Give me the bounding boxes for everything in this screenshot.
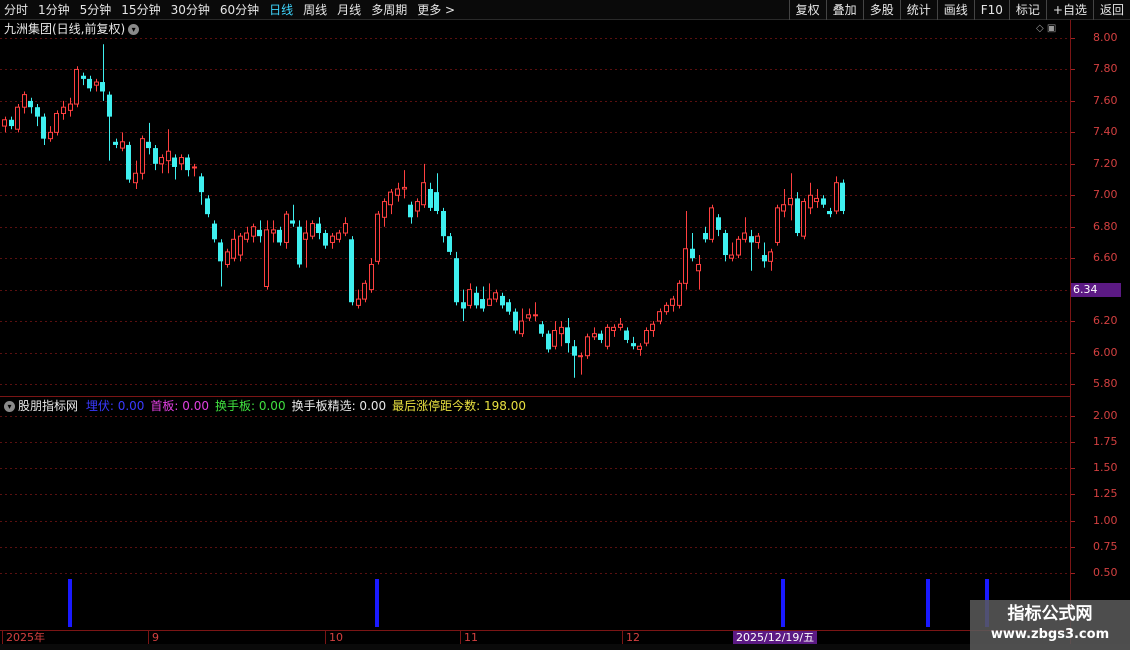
price-axis-label: 6.60 xyxy=(1093,251,1118,264)
signal-bar xyxy=(68,579,72,627)
price-axis-label: 7.00 xyxy=(1093,188,1118,201)
indicator-value: 换手板: 0.00 xyxy=(215,399,286,413)
date-axis: 2025年 9 10 11 12 2025/12/19/五 xyxy=(0,630,1070,645)
watermark-title: 指标公式网 xyxy=(1007,604,1093,624)
indicator-header: ▾ 股朋指标网 埋伏: 0.00 首板: 0.00 换手板: 0.00 换手板精选: 0… xyxy=(4,398,536,414)
price-axis-label: 5.80 xyxy=(1093,377,1118,390)
current-price-marker: 6.34 xyxy=(1071,283,1121,297)
date-label: 11 xyxy=(460,631,478,645)
bottom-strip xyxy=(0,644,1130,650)
date-label: 9 xyxy=(148,631,159,645)
indicator-axis-label: 1.50 xyxy=(1093,461,1118,474)
indicator-values: 埋伏: 0.00 首板: 0.00 换手板: 0.00 换手板精选: 0.00 最后涨停… xyxy=(86,399,532,413)
price-axis-label: 6.20 xyxy=(1093,314,1118,327)
price-axis-label: 7.40 xyxy=(1093,125,1118,138)
indicator-axis-label: 1.75 xyxy=(1093,435,1118,448)
side-info-column xyxy=(1121,20,1130,400)
indicator-axis-label: 0.75 xyxy=(1093,540,1118,553)
date-label: 2025年 xyxy=(2,631,45,645)
price-axis-label: 6.80 xyxy=(1093,220,1118,233)
indicator-value: 首板: 0.00 xyxy=(150,399,209,413)
price-axis-label: 7.20 xyxy=(1093,157,1118,170)
signal-bar xyxy=(926,579,930,627)
panel-separator[interactable] xyxy=(0,396,1070,397)
signal-bar xyxy=(781,579,785,627)
price-axis-label: 7.80 xyxy=(1093,62,1118,75)
chevron-down-icon[interactable]: ▾ xyxy=(4,401,15,412)
date-label: 10 xyxy=(325,631,343,645)
date-cursor-label: 2025/12/19/五 xyxy=(733,631,818,645)
price-axis-label: 6.00 xyxy=(1093,346,1118,359)
indicator-axis-label: 0.50 xyxy=(1093,566,1118,579)
date-label: 12 xyxy=(622,631,640,645)
watermark-url: www.zbgs3.com xyxy=(990,627,1110,642)
indicator-axis-label: 1.00 xyxy=(1093,514,1118,527)
price-axis-label: 7.60 xyxy=(1093,94,1118,107)
indicator-value: 最后涨停距今数: 198.00 xyxy=(392,399,527,413)
indicator-value: 埋伏: 0.00 xyxy=(85,399,145,413)
indicator-chart[interactable] xyxy=(0,0,1130,650)
indicator-axis-label: 1.25 xyxy=(1093,487,1118,500)
indicator-axis-label: 2.00 xyxy=(1093,409,1118,422)
price-axis-label: 8.00 xyxy=(1093,31,1118,44)
price-axis-border xyxy=(1070,20,1071,650)
indicator-name[interactable]: 股朋指标网 xyxy=(18,399,78,413)
watermark: 指标公式网 www.zbgs3.com xyxy=(970,600,1130,650)
signal-bar xyxy=(375,579,379,627)
indicator-value: 换手板精选: 0.00 xyxy=(291,399,387,413)
